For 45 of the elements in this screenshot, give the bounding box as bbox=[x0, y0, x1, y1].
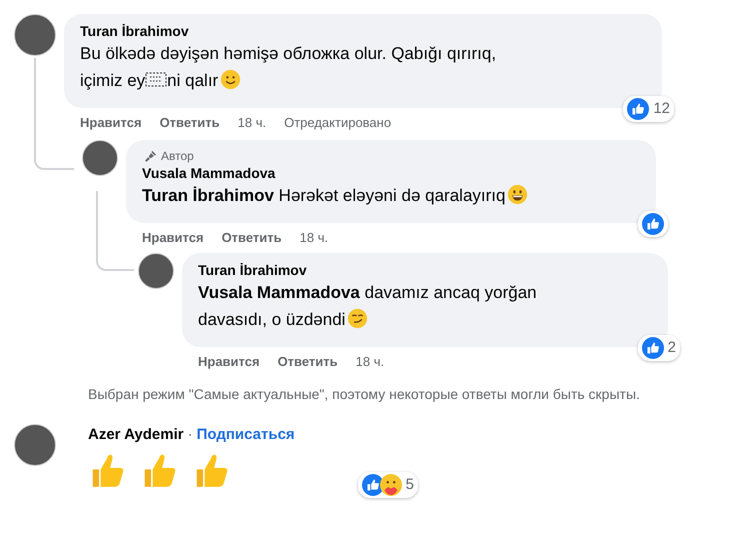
like-reaction-icon bbox=[642, 336, 664, 359]
smirking-face-icon bbox=[347, 308, 368, 329]
smiling-face-icon bbox=[220, 69, 242, 90]
timestamp[interactable]: 18 ч. bbox=[238, 114, 266, 132]
comment-text: davasıdı, o üzdəndi bbox=[198, 310, 346, 329]
author-label: Автор bbox=[161, 148, 194, 164]
comment-text: Turan İbrahimov Hərəkət eləyəni də qaralayırıq bbox=[142, 186, 506, 205]
reply-link[interactable]: Ответить bbox=[160, 114, 220, 132]
avatar[interactable] bbox=[138, 253, 174, 289]
follow-link[interactable]: Подписаться bbox=[196, 426, 295, 443]
like-reaction-icon bbox=[642, 213, 664, 235]
reaction-count[interactable]: 2 bbox=[638, 334, 680, 361]
avatar[interactable] bbox=[14, 424, 56, 466]
comment-text: ni qalır bbox=[167, 71, 218, 90]
reaction-count[interactable] bbox=[638, 211, 668, 237]
timestamp[interactable]: 18 ч. bbox=[300, 229, 328, 247]
comment-author[interactable]: Turan İbrahimov bbox=[80, 22, 646, 40]
reaction-number: 5 bbox=[406, 474, 414, 494]
grinning-face-icon bbox=[507, 184, 528, 205]
reaction-number: 12 bbox=[653, 98, 670, 118]
comment-author[interactable]: Vusala Mammadova bbox=[142, 164, 640, 182]
reply-link[interactable]: Ответить bbox=[222, 229, 282, 247]
sort-mode-note: Выбран режим "Самые актуальные", поэтому некоторые ответы могли быть скрыты. bbox=[88, 385, 641, 404]
comment-text: Bu ölkədə dəyişən həmişə обложка olur. Qabığı qırırıq, bbox=[80, 43, 496, 65]
glitch-glyph-icon bbox=[145, 71, 168, 88]
edited-label: Отредактировано bbox=[284, 114, 392, 132]
comment-author[interactable]: Turan İbrahimov bbox=[198, 261, 652, 279]
comment-text: Vusala Mammadova davamız ancaq yorğan bbox=[198, 282, 537, 304]
timestamp[interactable]: 18 ч. bbox=[356, 353, 384, 371]
like-reaction-icon bbox=[362, 474, 384, 496]
like-link[interactable]: Нравится bbox=[142, 229, 204, 247]
comment-text: içimiz ey bbox=[80, 71, 146, 90]
reaction-count[interactable]: 12 bbox=[623, 96, 674, 122]
reaction-count[interactable]: 5 bbox=[358, 472, 418, 498]
reaction-number: 2 bbox=[668, 338, 676, 358]
like-link[interactable]: Нравится bbox=[198, 353, 260, 371]
comment-author[interactable]: Azer Aydemir bbox=[88, 426, 184, 443]
like-reaction-icon bbox=[627, 98, 650, 120]
hug-reaction-icon bbox=[380, 474, 402, 496]
reply-link[interactable]: Ответить bbox=[278, 353, 338, 371]
microphone-icon bbox=[144, 149, 158, 163]
separator-dot: · bbox=[188, 426, 193, 443]
avatar[interactable] bbox=[14, 14, 56, 56]
avatar[interactable] bbox=[82, 140, 118, 176]
like-link[interactable]: Нравится bbox=[80, 114, 142, 132]
